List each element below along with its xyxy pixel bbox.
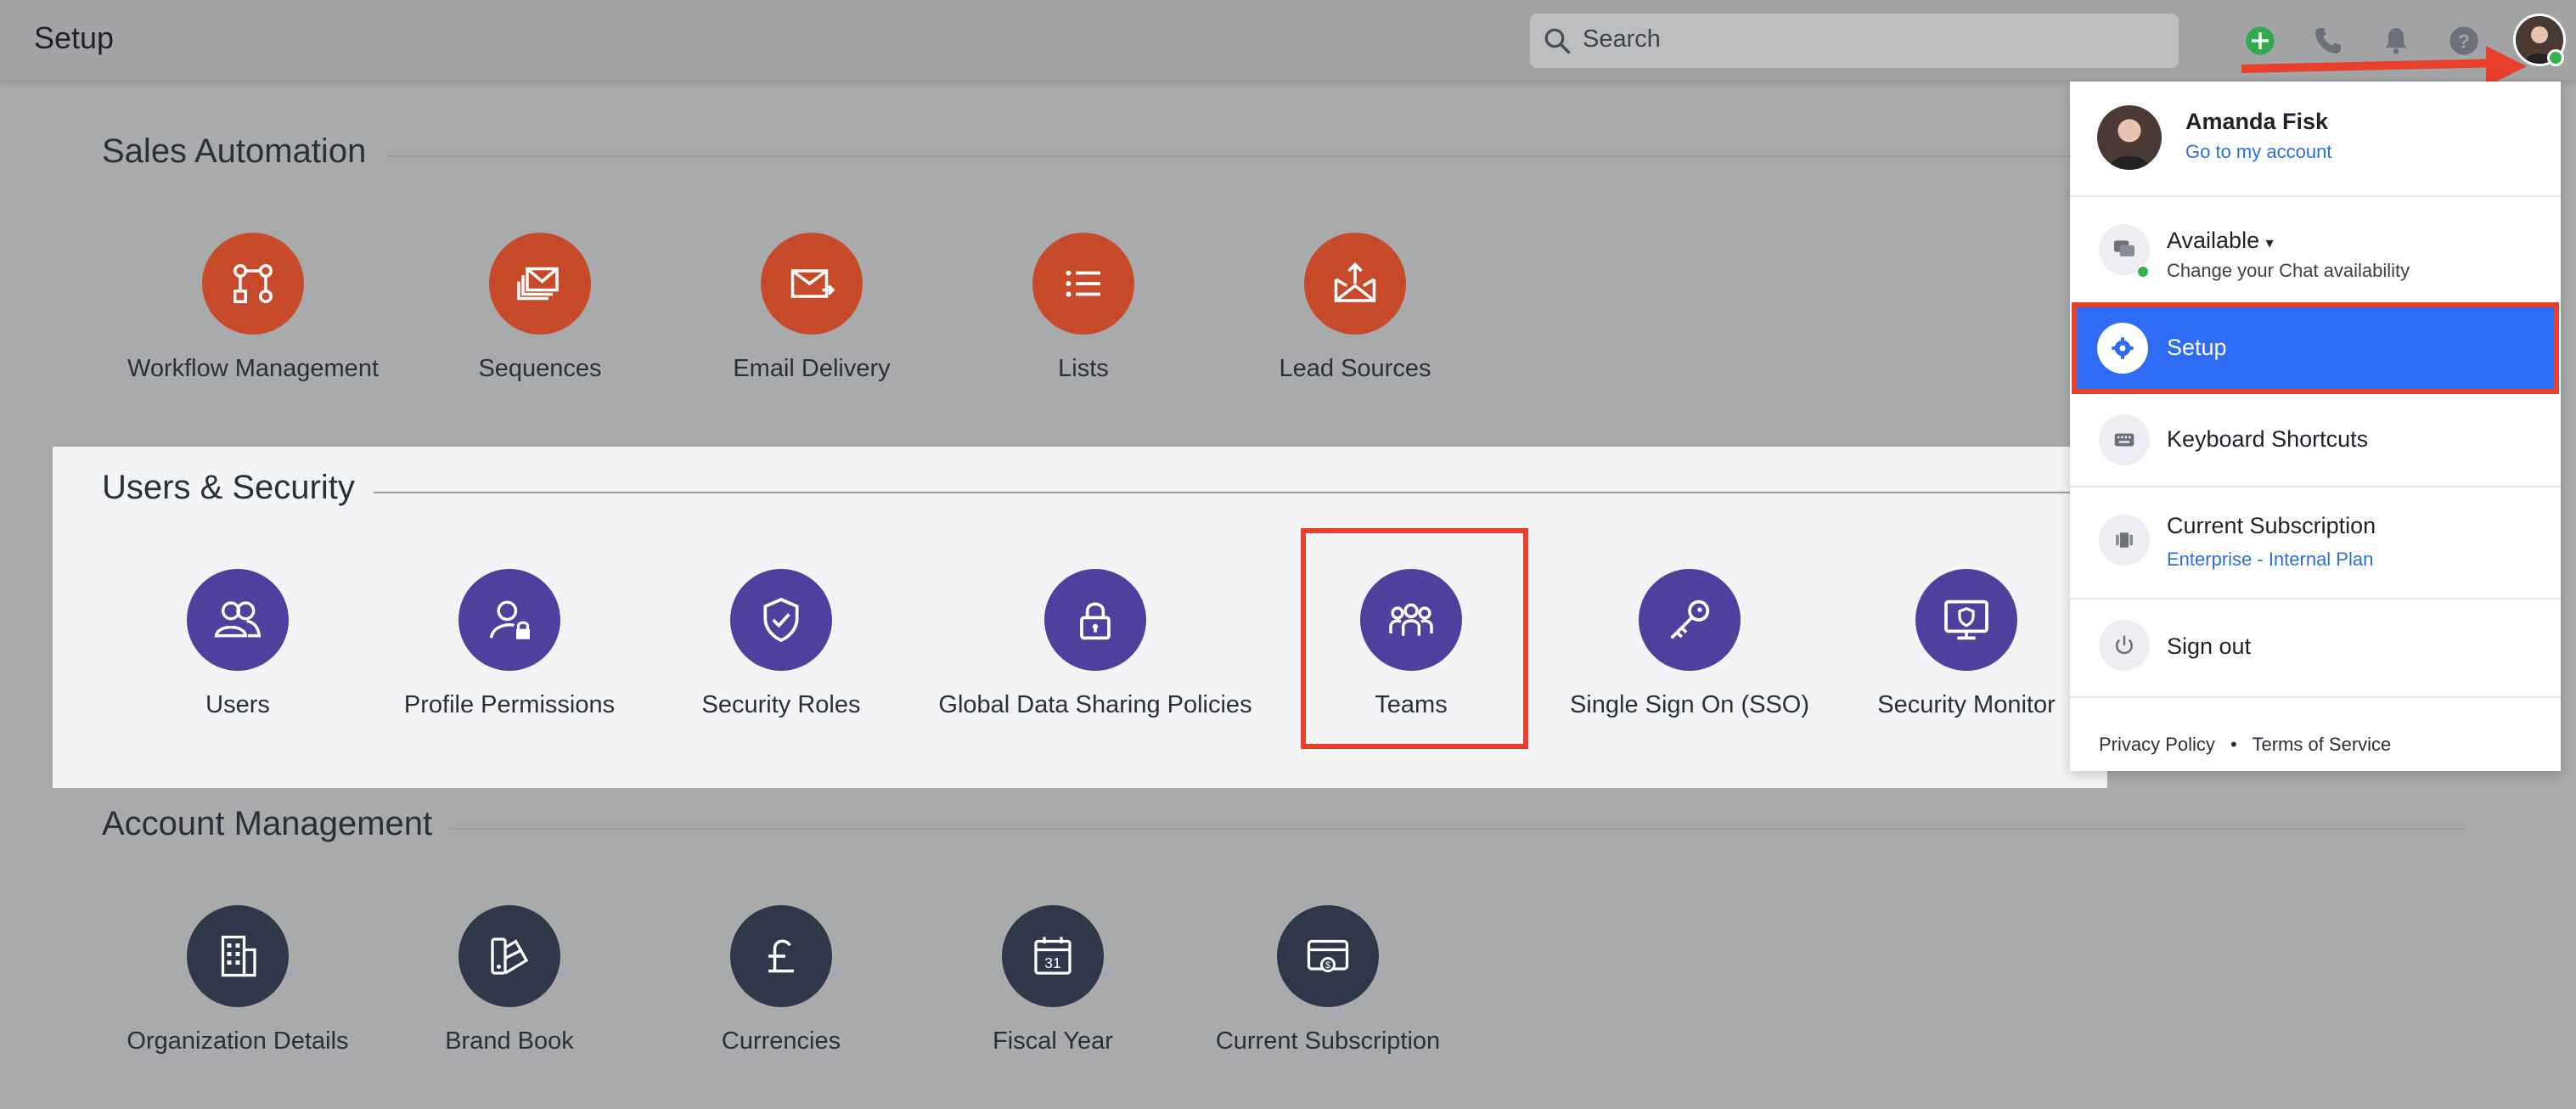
tile-lists[interactable]: Lists: [956, 233, 1211, 411]
tile-single-sign-on[interactable]: Single Sign On (SSO): [1562, 569, 1817, 747]
subscription-label: Current Subscription: [2167, 513, 2376, 538]
tile-global-data-sharing-policies[interactable]: Global Data Sharing Policies: [938, 569, 1252, 747]
user-name: Amanda Fisk: [2185, 109, 2329, 134]
subscription-icon: $: [1277, 905, 1379, 1007]
shield-check-icon: [730, 569, 832, 671]
svg-text:?: ?: [2458, 30, 2470, 52]
section-title-account: Account Management: [102, 805, 433, 842]
tile-fiscal-year[interactable]: 31 Fiscal Year: [925, 905, 1180, 1084]
tile-lead-sources[interactable]: Lead Sources: [1228, 233, 1482, 411]
profile-lock-icon: [458, 569, 560, 671]
monitor-shield-icon: [1915, 569, 2017, 671]
divider: [450, 828, 2467, 830]
avatar: [2097, 105, 2162, 170]
availability-status[interactable]: Available ▾: [2167, 228, 2274, 254]
help-icon[interactable]: ?: [2447, 24, 2481, 58]
divider: [374, 492, 2072, 493]
list-icon: [1032, 233, 1134, 335]
search-placeholder: Search: [1583, 25, 1661, 53]
online-status-dot: [2547, 49, 2564, 66]
teams-highlight-box: [1301, 528, 1528, 749]
section-title-users: Users & Security: [102, 469, 355, 506]
sequences-icon: [489, 233, 591, 335]
users-icon: [187, 569, 289, 671]
go-to-account-link[interactable]: Go to my account: [2185, 141, 2331, 163]
tile-current-subscription[interactable]: $ Current Subscription: [1201, 905, 1455, 1084]
page-title: Setup: [34, 20, 115, 55]
lock-icon: [1044, 569, 1146, 671]
search-input[interactable]: Search: [1530, 14, 2179, 68]
svg-text:$: $: [1325, 960, 1331, 971]
pound-icon: [730, 905, 832, 1007]
tile-currencies[interactable]: Currencies: [654, 905, 908, 1084]
terms-of-service-link[interactable]: Terms of Service: [2252, 734, 2391, 755]
sign-out-label: Sign out: [2167, 633, 2252, 659]
tile-email-delivery[interactable]: Email Delivery: [684, 233, 939, 411]
tile-workflow-management[interactable]: Workflow Management: [126, 233, 380, 411]
section-title-sales: Sales Automation: [102, 132, 367, 170]
workflow-icon: [202, 233, 304, 335]
footer-links: Privacy Policy • Terms of Service: [2099, 734, 2391, 756]
availability-subtext: Change your Chat availability: [2167, 260, 2410, 281]
tile-organization-details[interactable]: Organization Details: [110, 905, 365, 1084]
tile-profile-permissions[interactable]: Profile Permissions: [382, 569, 637, 747]
power-icon: [2099, 620, 2150, 671]
add-icon[interactable]: [2243, 24, 2277, 58]
setup-menu-item[interactable]: Setup: [2072, 302, 2559, 394]
sign-out-item[interactable]: Sign out: [2070, 600, 2561, 693]
privacy-policy-link[interactable]: Privacy Policy: [2099, 734, 2215, 755]
keyboard-shortcuts-item[interactable]: Keyboard Shortcuts: [2070, 397, 2561, 482]
top-bar: Setup Search: [0, 0, 2576, 82]
building-icon: [187, 905, 289, 1007]
footer-separator: •: [2230, 734, 2237, 755]
lead-sources-icon: [1304, 233, 1406, 335]
account-row[interactable]: Amanda Fisk Go to my account: [2070, 82, 2561, 195]
calendar-icon: 31: [1002, 905, 1104, 1007]
tile-security-monitor[interactable]: Security Monitor: [1839, 569, 2094, 747]
phone-icon[interactable]: [2311, 24, 2345, 58]
tile-sequences[interactable]: Sequences: [413, 233, 667, 411]
subscription-icon: [2099, 515, 2150, 566]
tile-brand-book[interactable]: Brand Book: [382, 905, 637, 1084]
divider: [2070, 696, 2561, 698]
search-icon: [1544, 28, 1571, 54]
tile-users[interactable]: Users: [110, 569, 365, 747]
account-dropdown: Amanda Fisk Go to my account Available ▾…: [2070, 82, 2561, 771]
calendar-day: 31: [1044, 954, 1060, 971]
subscription-plan-link[interactable]: Enterprise - Internal Plan: [2167, 549, 2373, 571]
tile-label: Current Subscription: [1215, 1027, 1441, 1055]
email-icon: [761, 233, 863, 335]
current-subscription-item[interactable]: Current Subscription Enterprise - Intern…: [2070, 487, 2561, 596]
tile-label: Lead Sources: [1279, 355, 1431, 382]
gear-icon: [2097, 323, 2148, 374]
key-icon: [1639, 569, 1741, 671]
annotation-arrow-head: [2486, 46, 2527, 87]
availability-row[interactable]: Available ▾ Change your Chat availabilit…: [2070, 197, 2561, 304]
brand-book-icon: [458, 905, 560, 1007]
bell-icon[interactable]: [2379, 24, 2413, 58]
keyboard-shortcuts-label: Keyboard Shortcuts: [2167, 426, 2369, 452]
tile-security-roles[interactable]: Security Roles: [654, 569, 908, 747]
available-status-dot: [2136, 265, 2150, 279]
keyboard-icon: [2099, 414, 2150, 465]
setup-label: Setup: [2167, 335, 2227, 360]
